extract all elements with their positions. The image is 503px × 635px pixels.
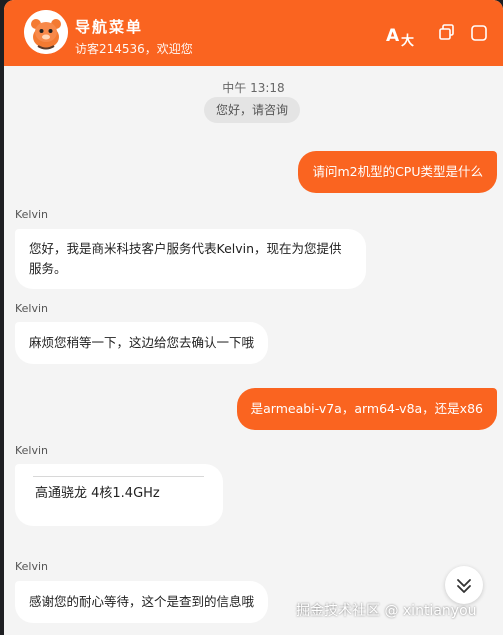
sender-name: Kelvin — [15, 208, 49, 221]
incoming-message: 麻烦您稍等一下，这边给您去确认一下哦 — [15, 322, 269, 364]
chat-window: 导航菜单 访客214536，欢迎您 A 大 中午 13:18 您好，请咨询 请问… — [4, 0, 503, 635]
message-text: 高通骁龙 4核1.4GHz — [35, 486, 160, 501]
mascot-avatar-icon — [24, 10, 68, 54]
message-text: 是armeabi-v7a，arm64-v8a，还是x86 — [250, 401, 483, 416]
outgoing-message: 请问m2机型的CPU类型是什么 — [298, 151, 497, 193]
chat-header: 导航菜单 访客214536，欢迎您 A 大 — [4, 0, 503, 66]
sender-name: Kelvin — [15, 444, 49, 457]
sender-name: Kelvin — [15, 302, 49, 315]
svg-text:A: A — [386, 26, 400, 46]
message-list[interactable]: 中午 13:18 您好，请咨询 请问m2机型的CPU类型是什么 Kelvin 您… — [4, 66, 503, 635]
card-divider — [33, 476, 204, 477]
info-card-message: 高通骁龙 4核1.4GHz — [15, 464, 223, 526]
svg-text:大: 大 — [401, 33, 414, 48]
chevron-double-down-icon[interactable] — [445, 566, 483, 604]
incoming-message: 您好，我是商米科技客户服务代表Kelvin，现在为您提供 服务。 — [15, 229, 366, 289]
message-text: 麻烦您稍等一下，这边给您去确认一下哦 — [29, 335, 255, 350]
message-text: 感谢您的耐心等待，这个是查到的信息哦 — [29, 594, 255, 609]
translate-icon[interactable]: A 大 — [386, 22, 414, 49]
outgoing-message: 是armeabi-v7a，arm64-v8a，还是x86 — [236, 388, 497, 430]
system-message: 您好，请咨询 — [204, 97, 301, 123]
watermark: 掘金技术社区 @ xintianyou — [296, 603, 477, 619]
more-menu-icon[interactable] — [468, 22, 494, 48]
window-popout-icon[interactable] — [436, 22, 462, 48]
message-text-line: 服务。 — [29, 261, 67, 276]
incoming-message: 感谢您的耐心等待，这个是查到的信息哦 — [15, 581, 269, 623]
page-title: 导航菜单 — [75, 18, 144, 36]
message-text-line: 您好，我是商米科技客户服务代表Kelvin，现在为您提供 — [29, 241, 342, 256]
visitor-greeting: 访客214536，欢迎您 — [75, 42, 193, 56]
message-text: 请问m2机型的CPU类型是什么 — [312, 164, 483, 179]
timestamp: 中午 13:18 — [222, 81, 285, 95]
sender-name: Kelvin — [15, 560, 49, 573]
